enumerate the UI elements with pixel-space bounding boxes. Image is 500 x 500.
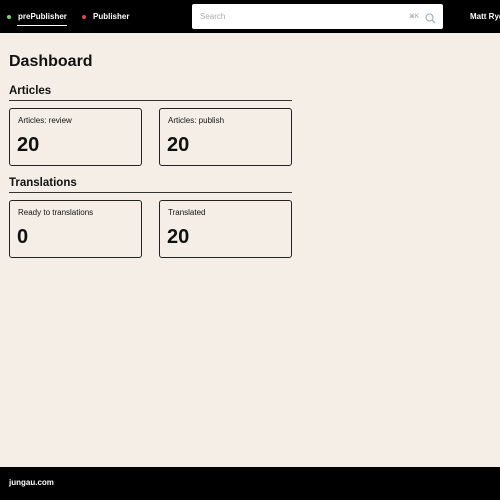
nav-item-label: Publisher [93,12,130,21]
card-label: Translated [168,208,206,217]
search-shortcut-hint: ⌘K [409,14,420,20]
nav-item-publisher[interactable]: Publisher [82,0,129,33]
footer: jungau.com [0,467,500,500]
page-title: Dashboard [9,53,93,70]
search-icon[interactable] [425,11,436,29]
section-title-translations: Translations [9,177,77,189]
card-translated[interactable]: Translated 20 [159,200,292,258]
card-ready-to-translations[interactable]: Ready to translations 0 [9,200,142,258]
status-dot-icon [82,14,86,19]
card-articles-review[interactable]: Articles: review 20 [9,108,142,166]
card-label: Articles: publish [168,116,225,125]
search-box[interactable]: ⌘K [192,4,443,29]
nav-item-prepublisher[interactable]: prePublisher [7,0,67,33]
user-menu[interactable]: Matt Ryd [470,0,500,33]
section-divider [9,192,292,193]
status-dot-icon [7,14,11,19]
card-value: 20 [167,134,190,156]
footer-site-link[interactable]: jungau.com [9,478,54,487]
section-divider [9,100,292,101]
card-value: 0 [17,226,29,248]
nav-item-label: prePublisher [18,12,67,21]
card-label: Articles: review [18,116,72,125]
section-title-articles: Articles [9,85,52,97]
card-articles-publish[interactable]: Articles: publish 20 [159,108,292,166]
search-input[interactable] [200,10,395,23]
top-bar: prePublisher Publisher ⌘K Matt Ryd [0,0,500,33]
card-value: 20 [167,226,190,248]
card-value: 20 [17,134,40,156]
card-label: Ready to translations [18,208,94,217]
user-name: Matt Ryd [470,12,500,21]
